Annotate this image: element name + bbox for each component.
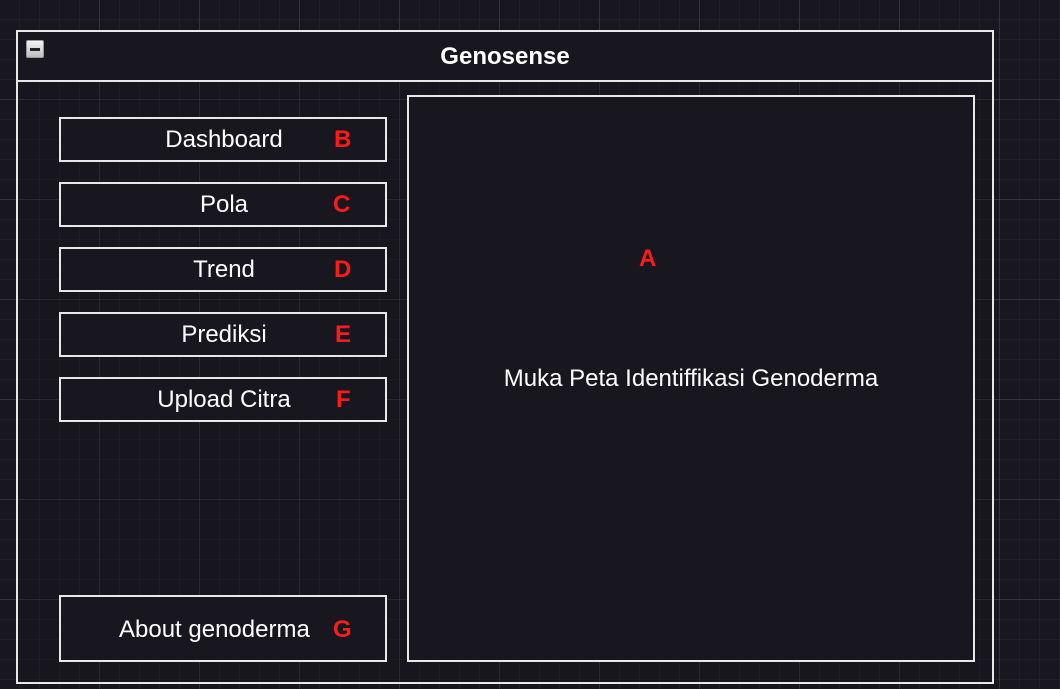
map-panel-label: Muka Peta Identiffikasi Genoderma — [503, 365, 879, 392]
title-bar: Genosense — [18, 32, 992, 82]
nav-prediksi-letter: E — [335, 321, 352, 348]
nav-upload-citra-button[interactable]: Upload Citra F — [59, 377, 387, 422]
minimize-icon[interactable] — [26, 40, 44, 58]
nav-dashboard-button[interactable]: Dashboard B — [59, 117, 387, 162]
about-genoderma-button[interactable]: About genoderma G — [59, 595, 387, 662]
map-panel[interactable]: A Muka Peta Identiffikasi Genoderma — [407, 95, 975, 662]
nav-pola-button[interactable]: Pola C — [59, 182, 387, 227]
nav-prediksi-button[interactable]: Prediksi E — [59, 312, 387, 357]
nav-upload-citra-letter: F — [336, 386, 351, 413]
nav-pola-letter: C — [333, 191, 351, 218]
map-panel-letter: A — [639, 245, 657, 272]
nav-dashboard-letter: B — [334, 126, 352, 153]
nav-trend-letter: D — [334, 256, 352, 283]
nav-trend-button[interactable]: Trend D — [59, 247, 387, 292]
about-genoderma-letter: G — [333, 616, 352, 643]
app-title: Genosense — [440, 43, 570, 70]
about-genoderma-label: About genoderma — [119, 616, 310, 643]
